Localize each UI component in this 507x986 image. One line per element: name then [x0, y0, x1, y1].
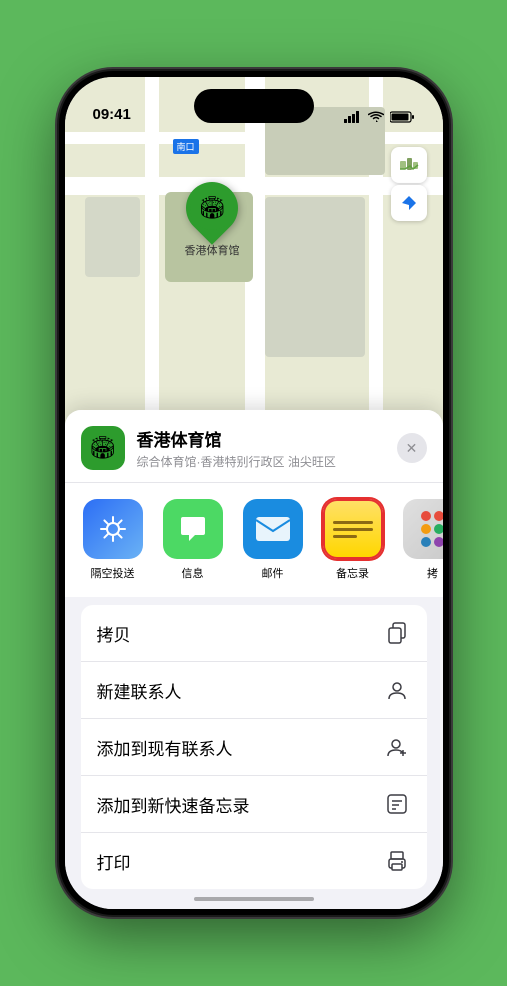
- location-button[interactable]: [391, 185, 427, 221]
- map-controls: [391, 147, 427, 221]
- print-icon: [383, 847, 411, 875]
- action-add-note[interactable]: 添加到新快速备忘录: [81, 776, 427, 833]
- location-name: 香港体育馆: [137, 426, 385, 451]
- battery-icon: [390, 111, 415, 123]
- location-header: 🏟 香港体育馆 综合体育馆·香港特别行政区 油尖旺区 ✕: [65, 410, 443, 483]
- bottom-sheet: 🏟 香港体育馆 综合体育馆·香港特别行政区 油尖旺区 ✕: [65, 410, 443, 909]
- signal-icon: [344, 111, 362, 123]
- share-item-mail[interactable]: 邮件: [241, 499, 305, 581]
- action-add-note-label: 添加到新快速备忘录: [97, 792, 383, 817]
- action-new-contact-label: 新建联系人: [97, 678, 383, 703]
- status-time: 09:41: [93, 106, 131, 123]
- location-subtitle: 综合体育馆·香港特别行政区 油尖旺区: [137, 453, 385, 470]
- share-item-notes[interactable]: 备忘录: [321, 499, 385, 581]
- pin-inner: 🏟: [190, 186, 234, 230]
- mail-label: 邮件: [262, 565, 284, 581]
- close-button[interactable]: ✕: [397, 433, 427, 463]
- dynamic-island: [194, 89, 314, 123]
- share-item-messages[interactable]: 信息: [161, 499, 225, 581]
- map-north-label: 南口: [173, 139, 199, 154]
- phone-screen: 09:41: [65, 77, 443, 909]
- map-type-icon: [399, 155, 419, 175]
- action-add-contact-label: 添加到现有联系人: [97, 735, 383, 760]
- add-contact-icon: [383, 733, 411, 761]
- home-indicator: [194, 897, 314, 901]
- location-info: 香港体育馆 综合体育馆·香港特别行政区 油尖旺区: [137, 426, 385, 470]
- map-type-button[interactable]: [391, 147, 427, 183]
- new-contact-icon: [383, 676, 411, 704]
- share-item-more[interactable]: 拷: [401, 499, 443, 581]
- more-icon: [403, 499, 443, 559]
- action-new-contact[interactable]: 新建联系人: [81, 662, 427, 719]
- copy-icon: [383, 619, 411, 647]
- share-item-airdrop[interactable]: 隔空投送: [81, 499, 145, 581]
- more-label: 拷: [427, 565, 438, 581]
- notes-label: 备忘录: [336, 565, 369, 581]
- pin-circle: 🏟: [175, 171, 249, 245]
- action-list: 拷贝 新建联系人: [81, 605, 427, 889]
- action-print[interactable]: 打印: [81, 833, 427, 889]
- phone-frame: 09:41: [59, 71, 449, 915]
- action-print-label: 打印: [97, 849, 383, 874]
- status-icons: [344, 111, 415, 123]
- notes-icon: [323, 499, 383, 559]
- airdrop-icon: [83, 499, 143, 559]
- action-copy-label: 拷贝: [97, 621, 383, 646]
- mail-icon: [243, 499, 303, 559]
- airdrop-label: 隔空投送: [91, 565, 135, 581]
- wifi-icon: [368, 111, 384, 123]
- action-add-to-contact[interactable]: 添加到现有联系人: [81, 719, 427, 776]
- share-row: 隔空投送 信息: [65, 483, 443, 597]
- location-pin: 🏟 香港体育馆: [185, 182, 240, 258]
- add-note-icon: [383, 790, 411, 818]
- location-venue-icon: 🏟: [81, 426, 125, 470]
- messages-label: 信息: [182, 565, 204, 581]
- action-copy[interactable]: 拷贝: [81, 605, 427, 662]
- location-arrow-icon: [400, 194, 418, 212]
- messages-icon: [163, 499, 223, 559]
